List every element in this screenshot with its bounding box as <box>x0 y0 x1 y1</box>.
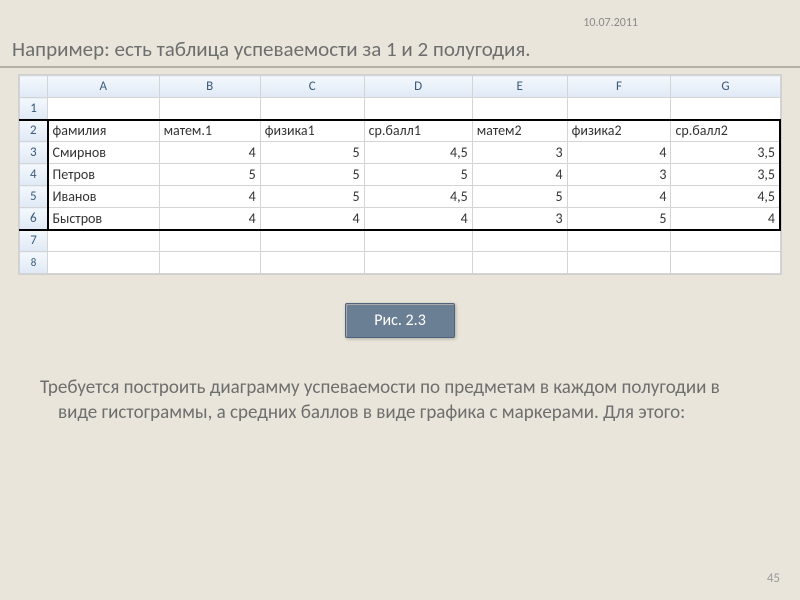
col-F[interactable]: F <box>567 76 671 98</box>
slide-date: 10.07.2011 <box>583 16 638 30</box>
cell[interactable]: 5 <box>260 164 364 186</box>
cell[interactable]: 4 <box>364 208 472 230</box>
cell[interactable]: 5 <box>567 208 671 230</box>
cell[interactable]: Смирнов <box>48 142 160 164</box>
cell[interactable]: матем.1 <box>159 120 260 142</box>
cell[interactable]: 5 <box>159 164 260 186</box>
cell[interactable]: 4 <box>159 186 260 208</box>
cell[interactable]: Быстров <box>48 208 160 230</box>
cell[interactable]: 5 <box>260 186 364 208</box>
row-2[interactable]: 2 <box>20 120 48 142</box>
cell[interactable]: матем2 <box>472 120 567 142</box>
cell[interactable]: Петров <box>48 164 160 186</box>
table-row: 3 Смирнов 4 5 4,5 3 4 3,5 <box>20 142 781 164</box>
cell[interactable]: 3 <box>567 164 671 186</box>
cell[interactable]: 4,5 <box>364 142 472 164</box>
cell[interactable]: фамилия <box>48 120 160 142</box>
figure-caption: Рис. 2.3 <box>345 303 455 338</box>
col-C[interactable]: C <box>260 76 364 98</box>
row-5[interactable]: 5 <box>20 186 48 208</box>
row-3[interactable]: 3 <box>20 142 48 164</box>
spreadsheet: A B C D E F G 1 2 фамилия матем.1 физика… <box>18 74 782 275</box>
row-4[interactable]: 4 <box>20 164 48 186</box>
body-paragraph: Требуется построить диаграмму успеваемос… <box>40 376 744 425</box>
table-row: 2 фамилия матем.1 физика1 ср.балл1 матем… <box>20 120 781 142</box>
col-A[interactable]: A <box>48 76 160 98</box>
cell[interactable]: 4 <box>567 186 671 208</box>
table-row: 4 Петров 5 5 5 4 3 3,5 <box>20 164 781 186</box>
table-row: 1 <box>20 98 781 120</box>
cell[interactable]: 4 <box>567 142 671 164</box>
cell[interactable]: 4 <box>472 164 567 186</box>
row-7[interactable]: 7 <box>20 230 48 252</box>
row-6[interactable]: 6 <box>20 208 48 230</box>
col-E[interactable]: E <box>472 76 567 98</box>
cell[interactable]: 3 <box>472 142 567 164</box>
cell[interactable]: 3 <box>472 208 567 230</box>
cell[interactable]: ср.балл1 <box>364 120 472 142</box>
divider <box>0 66 800 68</box>
column-header-row: A B C D E F G <box>20 76 781 98</box>
table-row: 5 Иванов 4 5 4,5 5 4 4,5 <box>20 186 781 208</box>
spreadsheet-grid: A B C D E F G 1 2 фамилия матем.1 физика… <box>19 75 781 274</box>
cell[interactable]: 4 <box>159 208 260 230</box>
row-1[interactable]: 1 <box>20 98 48 120</box>
cell[interactable]: 3,5 <box>671 164 780 186</box>
col-D[interactable]: D <box>364 76 472 98</box>
cell[interactable]: 4 <box>671 208 780 230</box>
cell[interactable]: Иванов <box>48 186 160 208</box>
table-row: 7 <box>20 230 781 252</box>
cell[interactable]: физика2 <box>567 120 671 142</box>
cell[interactable]: 5 <box>472 186 567 208</box>
cell[interactable]: 4 <box>260 208 364 230</box>
table-row: 6 Быстров 4 4 4 3 5 4 <box>20 208 781 230</box>
cell[interactable]: 4,5 <box>671 186 780 208</box>
cell[interactable]: 5 <box>364 164 472 186</box>
col-B[interactable]: B <box>159 76 260 98</box>
cell[interactable]: 4,5 <box>364 186 472 208</box>
cell[interactable]: 3,5 <box>671 142 780 164</box>
cell[interactable]: 5 <box>260 142 364 164</box>
col-G[interactable]: G <box>671 76 780 98</box>
table-row: 8 <box>20 252 781 274</box>
corner-cell[interactable] <box>20 76 48 98</box>
page-number: 45 <box>767 571 780 586</box>
row-8[interactable]: 8 <box>20 252 48 274</box>
cell[interactable]: ср.балл2 <box>671 120 780 142</box>
slide-title: Например: есть таблица успеваемости за 1… <box>0 0 800 66</box>
cell[interactable]: физика1 <box>260 120 364 142</box>
cell[interactable]: 4 <box>159 142 260 164</box>
